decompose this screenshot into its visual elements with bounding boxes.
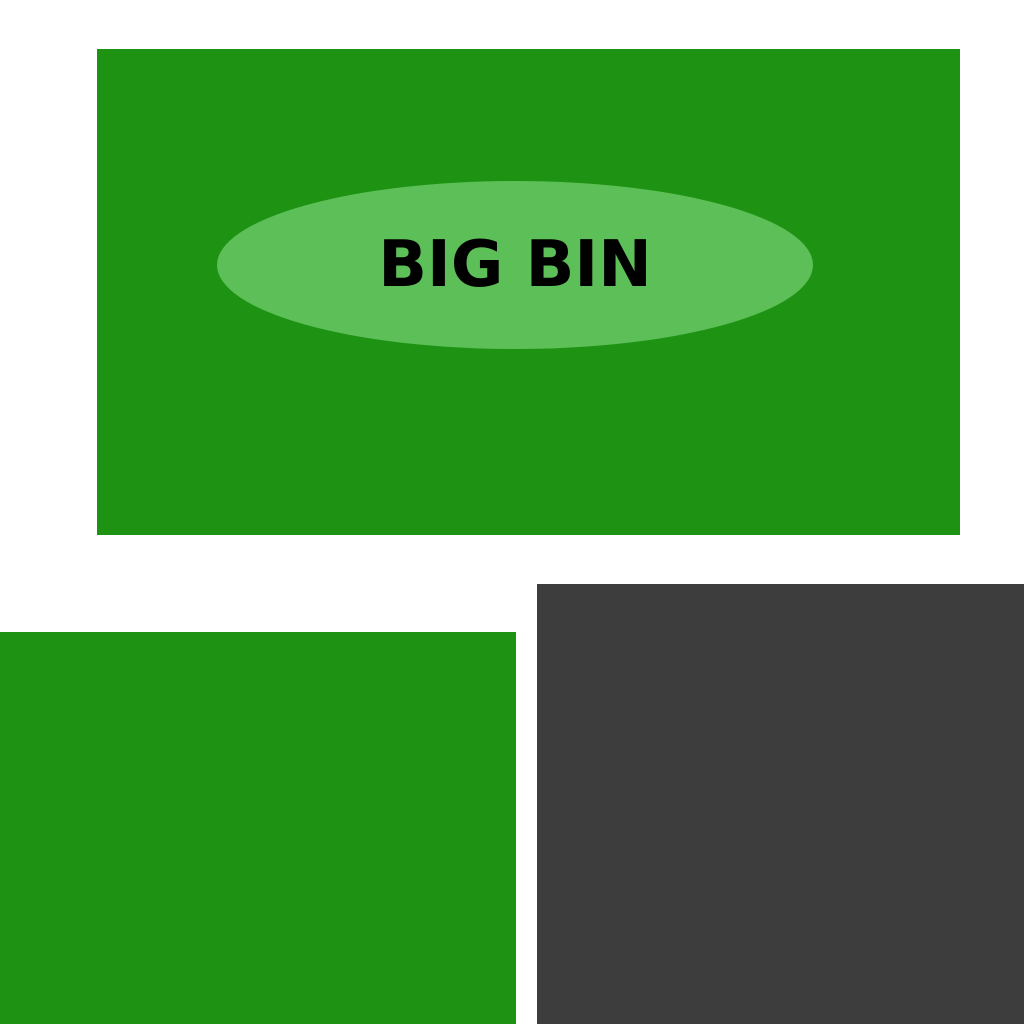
big-bin[interactable]: BIG BIN: [97, 49, 960, 535]
big-bin-label: BIG BIN: [378, 228, 652, 302]
dark-block[interactable]: [537, 584, 1024, 1024]
game-board: BIG BIN: [0, 0, 1024, 1024]
big-bin-label-oval: BIG BIN: [217, 181, 813, 349]
green-block[interactable]: [0, 632, 516, 1024]
